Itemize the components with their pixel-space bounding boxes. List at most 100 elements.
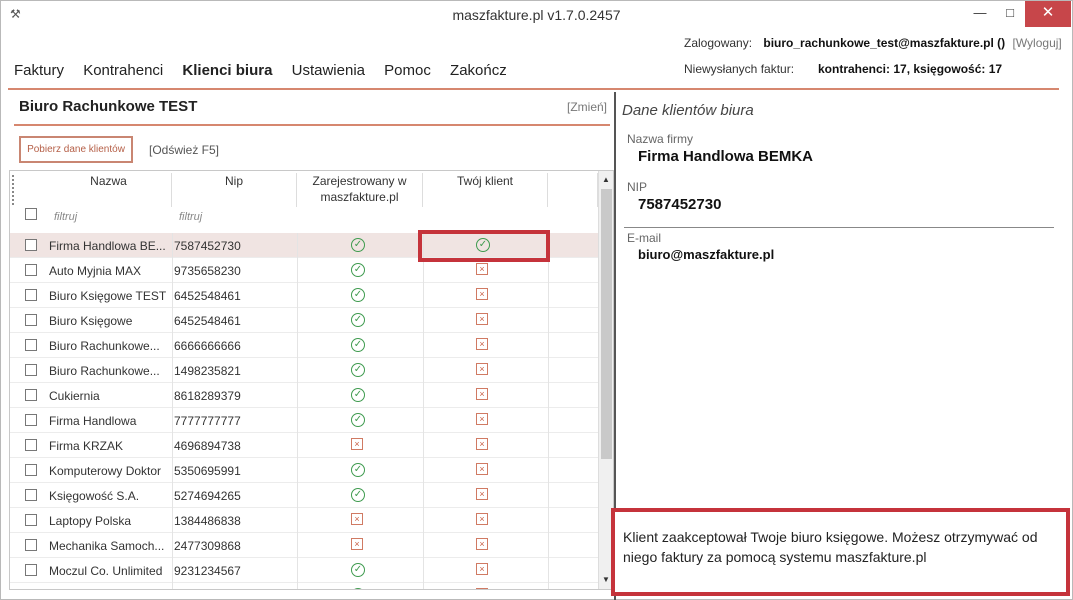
cross-box-icon: × — [351, 513, 363, 525]
table-row[interactable]: Biuro Księgowe TEST 6452548461 ✓ × — [10, 283, 598, 308]
table-row[interactable]: Biuro Rachunkowe... 6666666666 ✓ × — [10, 333, 598, 358]
row-checkbox[interactable] — [25, 314, 37, 326]
column-separator — [172, 583, 173, 589]
column-separator — [548, 383, 549, 408]
table-row[interactable]: Firma Handlowa 7777777777 ✓ × — [10, 408, 598, 433]
email-label: E-mail — [627, 231, 662, 245]
menu-item-pomoc[interactable]: Pomoc — [384, 62, 431, 79]
menu-item-kontrahenci[interactable]: Kontrahenci — [83, 62, 163, 79]
row-nip: 1498235821 — [174, 364, 241, 378]
column-separator — [172, 483, 173, 508]
column-header-nip[interactable]: Nip — [172, 173, 297, 207]
scroll-thumb[interactable] — [601, 189, 612, 459]
logout-link[interactable]: [Wyloguj] — [1013, 36, 1062, 50]
row-checkbox[interactable] — [25, 364, 37, 376]
row-name: Biuro Księgowe — [49, 314, 133, 328]
column-separator — [297, 458, 298, 483]
nip-label: NIP — [627, 180, 648, 194]
select-all-checkbox[interactable] — [25, 208, 37, 220]
column-separator — [172, 283, 173, 308]
menu-item-faktury[interactable]: Faktury — [14, 62, 64, 79]
row-nip: 7777777777 — [174, 414, 241, 428]
row-checkbox[interactable] — [25, 539, 37, 551]
check-circle-icon: ✓ — [351, 563, 365, 577]
cross-box-icon: × — [476, 588, 488, 589]
row-checkbox[interactable] — [25, 489, 37, 501]
row-name: Cukiernia — [49, 389, 100, 403]
table-row[interactable]: Księgowość S.A. 5274694265 ✓ × — [10, 483, 598, 508]
filter-name-input[interactable]: filtruj — [54, 211, 77, 223]
main-menu: Faktury Kontrahenci Klienci biura Ustawi… — [14, 62, 522, 79]
menu-item-klienci-biura[interactable]: Klienci biura — [182, 62, 272, 79]
column-separator — [172, 258, 173, 283]
row-checkbox[interactable] — [25, 264, 37, 276]
row-checkbox[interactable] — [25, 389, 37, 401]
row-nip: 6452548461 — [174, 289, 241, 303]
table-row[interactable]: Firma KRZAK 4696894738 × × — [10, 433, 598, 458]
column-separator — [548, 483, 549, 508]
column-header-own-client[interactable]: Twój klient — [423, 173, 548, 207]
change-office-link[interactable]: [Zmień] — [567, 100, 607, 114]
maximize-button[interactable]: □ — [995, 1, 1025, 27]
row-checkbox[interactable] — [25, 239, 37, 251]
column-separator — [548, 283, 549, 308]
column-separator — [297, 308, 298, 333]
column-separator — [423, 283, 424, 308]
row-name: Firma Handlowa BE... — [49, 239, 166, 253]
email-value: biuro@maszfakture.pl — [638, 247, 775, 262]
row-name: Księgowość S.A. — [49, 489, 140, 503]
logged-user: biuro_rachunkowe_test@maszfakture.pl () — [763, 36, 1006, 50]
table-row[interactable]: Cukiernia 8618289379 ✓ × — [10, 383, 598, 408]
table-row[interactable]: Piekarnia8616489717 ✓ × — [10, 583, 598, 590]
column-separator — [423, 333, 424, 358]
row-checkbox[interactable] — [25, 339, 37, 351]
row-checkbox[interactable] — [25, 439, 37, 451]
row-checkbox[interactable] — [25, 514, 37, 526]
table-row[interactable]: Biuro Księgowe 6452548461 ✓ × — [10, 308, 598, 333]
row-checkbox[interactable] — [25, 414, 37, 426]
status-message: Klient zaakceptował Twoje biuro księgowe… — [623, 529, 1038, 565]
column-separator — [423, 408, 424, 433]
scroll-up-icon[interactable]: ▲ — [602, 175, 610, 184]
filter-nip-input[interactable]: filtruj — [179, 211, 202, 223]
row-name: Moczul Co. Unlimited — [49, 564, 163, 578]
office-title: Biuro Rachunkowe TEST — [19, 98, 198, 115]
row-checkbox[interactable] — [25, 464, 37, 476]
column-separator — [297, 533, 298, 558]
cross-box-icon: × — [476, 488, 488, 500]
column-header-registered[interactable]: Zarejestrowany w maszfakture.pl — [297, 173, 423, 207]
table-row[interactable]: Biuro Rachunkowe... 1498235821 ✓ × — [10, 358, 598, 383]
column-header-name[interactable]: Nazwa — [46, 173, 172, 207]
column-separator — [548, 458, 549, 483]
row-checkbox[interactable] — [25, 564, 37, 576]
minimize-button[interactable]: — — [965, 1, 995, 27]
highlight-own-client — [418, 230, 550, 262]
row-nip: 5274694265 — [174, 489, 241, 503]
row-nip: 7587452730 — [174, 239, 241, 253]
menu-item-zakoncz[interactable]: Zakończ — [450, 62, 507, 79]
column-separator — [172, 333, 173, 358]
close-button[interactable]: ✕ — [1025, 1, 1071, 27]
scroll-down-icon[interactable]: ▼ — [602, 575, 610, 584]
fetch-clients-button[interactable]: Pobierz dane klientów — [19, 136, 133, 163]
cross-box-icon: × — [476, 538, 488, 550]
window-title: maszfakture.pl v1.7.0.2457 — [452, 7, 621, 23]
row-name: Firma KRZAK — [49, 439, 124, 453]
refresh-link[interactable]: [Odśwież F5] — [149, 143, 219, 157]
menu-item-ustawienia[interactable]: Ustawienia — [292, 62, 365, 79]
column-separator — [172, 533, 173, 558]
table-row[interactable]: Laptopy Polska 1384486838 × × — [10, 508, 598, 533]
table-row[interactable]: Komputerowy Doktor 5350695991 ✓ × — [10, 458, 598, 483]
row-checkbox[interactable] — [25, 589, 37, 590]
table-row[interactable]: Moczul Co. Unlimited 9231234567 ✓ × — [10, 558, 598, 583]
table-row[interactable]: Mechanika Samoch... 2477309868 × × — [10, 533, 598, 558]
row-checkbox[interactable] — [25, 289, 37, 301]
cross-box-icon: × — [476, 413, 488, 425]
row-nip: 1384486838 — [174, 514, 241, 528]
column-separator — [423, 458, 424, 483]
column-separator — [172, 408, 173, 433]
column-separator — [423, 583, 424, 589]
check-circle-icon: ✓ — [351, 588, 365, 589]
column-separator — [172, 508, 173, 533]
column-separator — [297, 333, 298, 358]
